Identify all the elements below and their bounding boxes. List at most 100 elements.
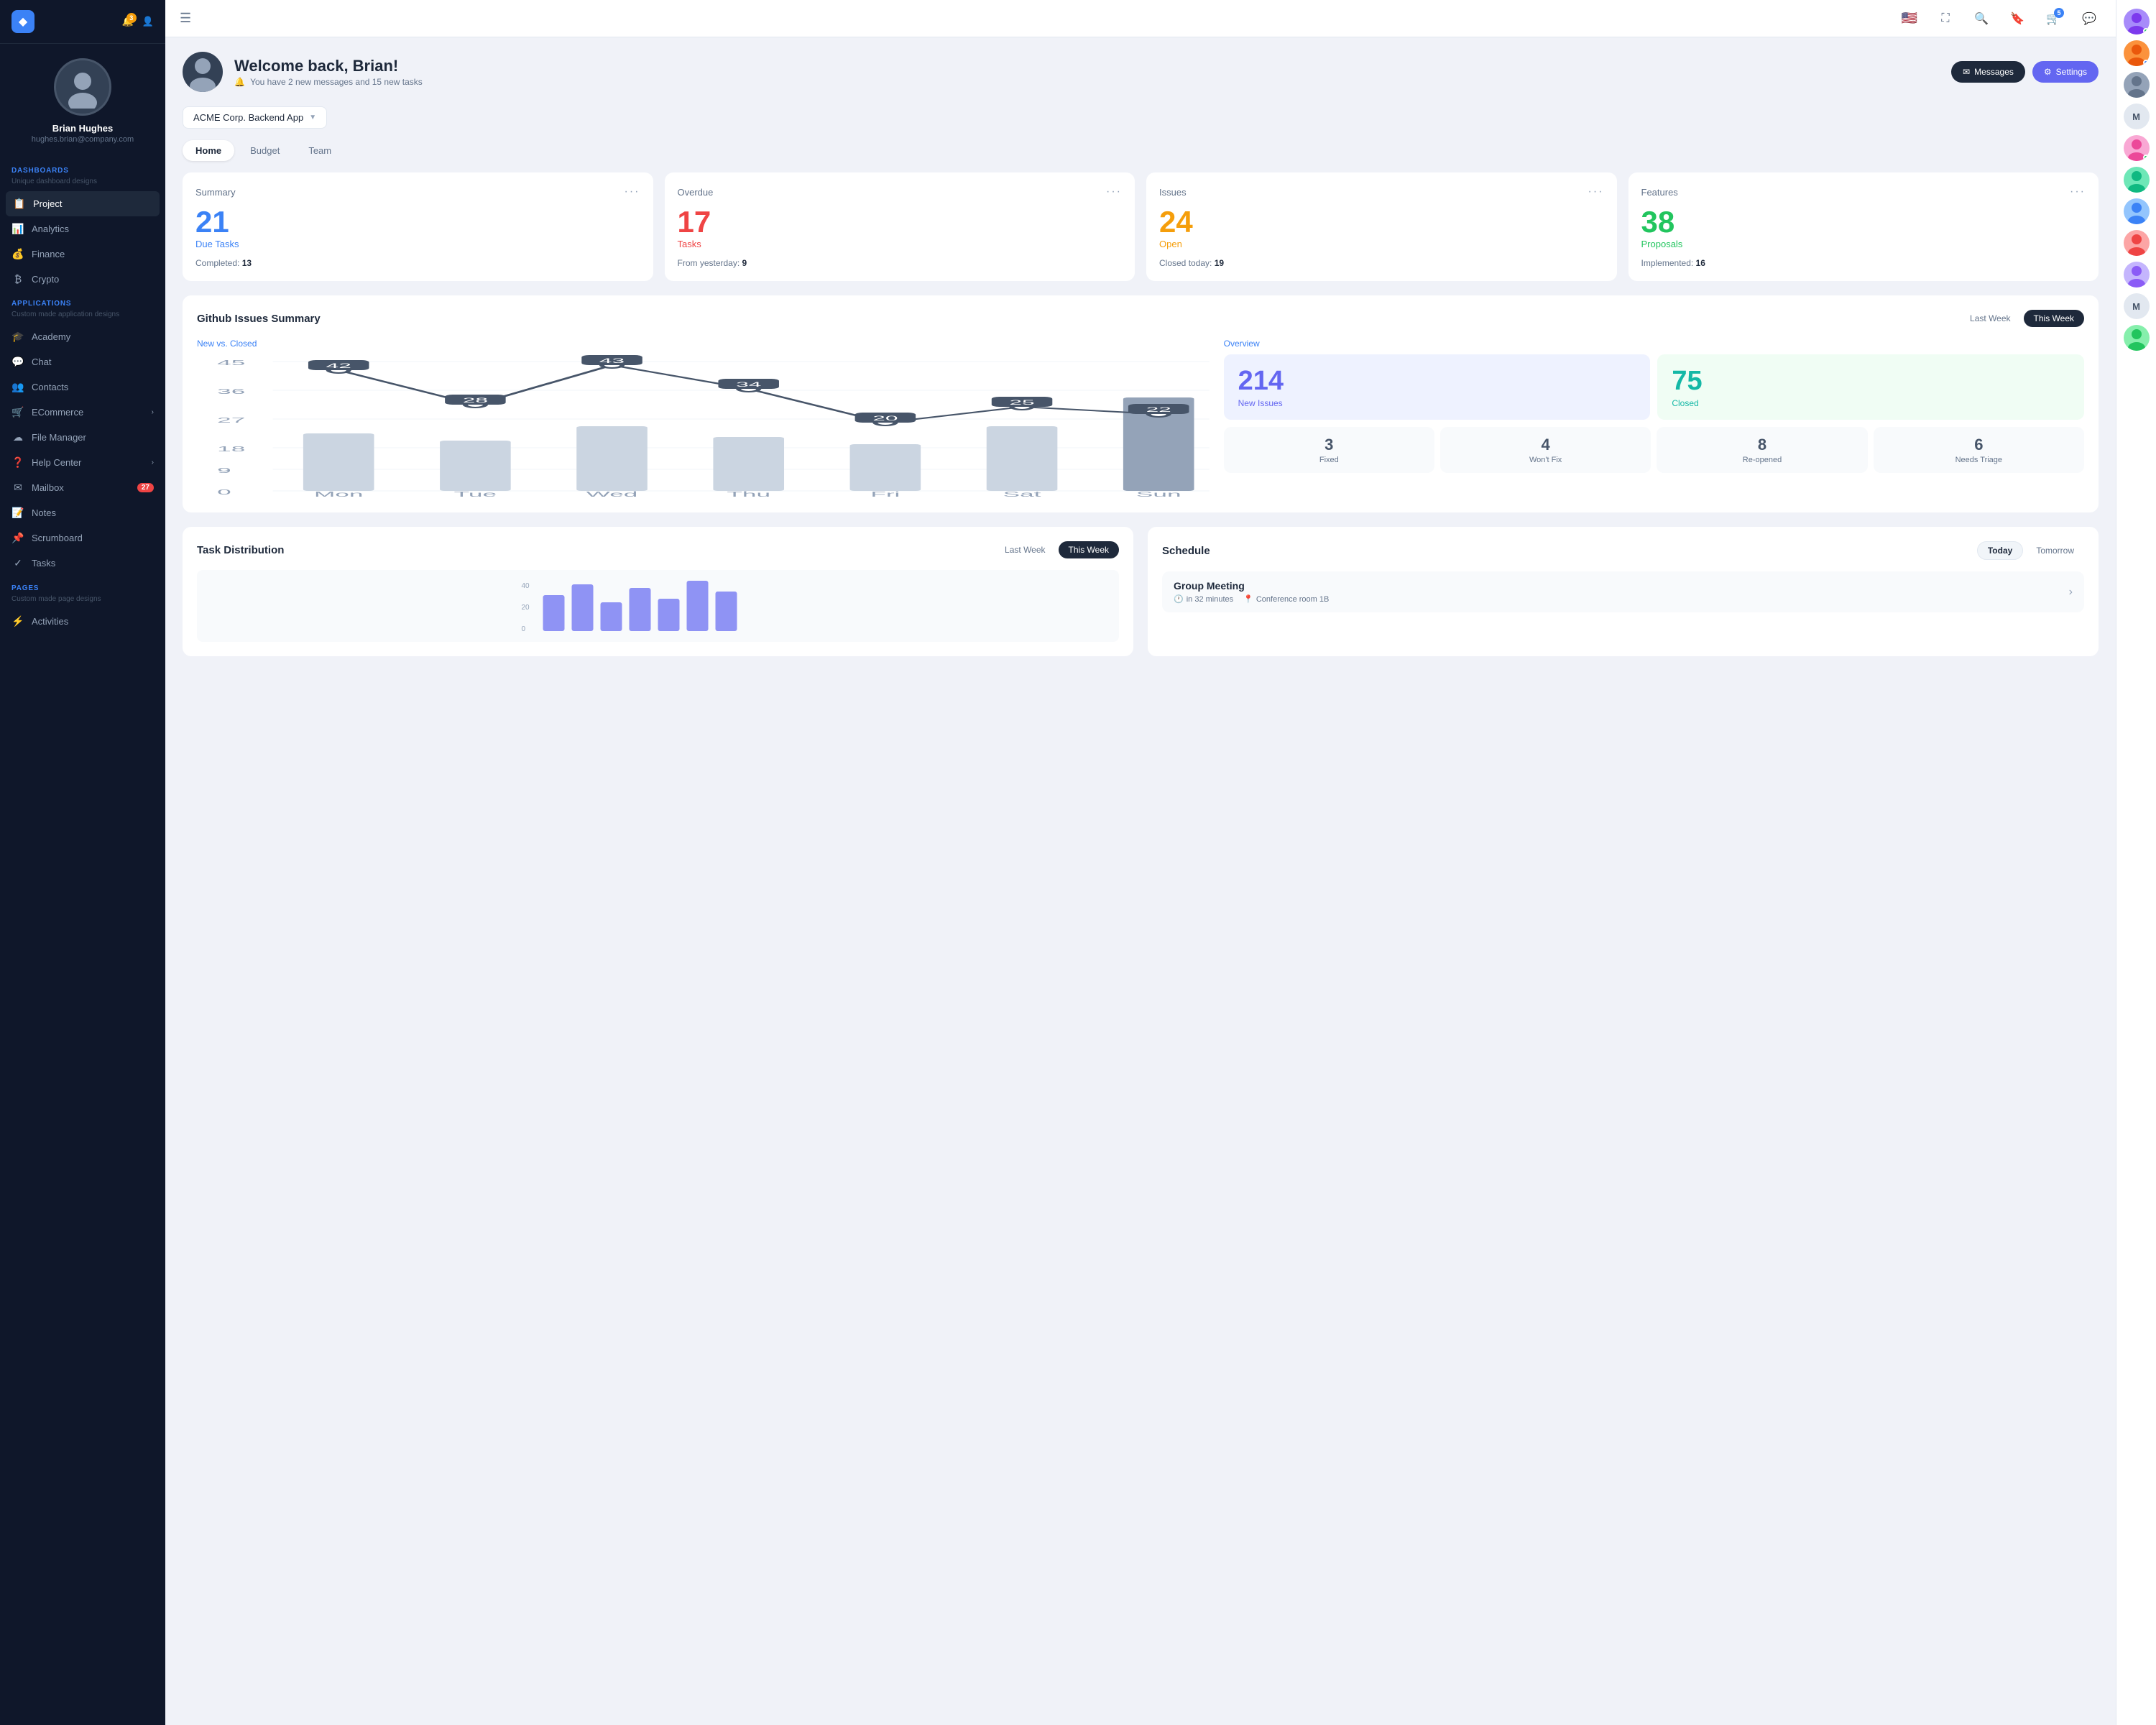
event-location: 📍 Conference room 1B <box>1243 594 1329 604</box>
right-avatar-5[interactable] <box>2124 135 2150 161</box>
right-avatar-11[interactable] <box>2124 325 2150 351</box>
right-avatar-8[interactable] <box>2124 230 2150 256</box>
topbar-chat-button[interactable]: 💬 <box>2077 6 2101 31</box>
overview-label: Overview <box>1224 339 2084 349</box>
sidebar-item-helpcenter[interactable]: ❓ Help Center › <box>0 450 165 475</box>
task-dist-this-week-btn[interactable]: This Week <box>1059 541 1119 558</box>
app-logo[interactable]: ◆ <box>11 10 34 33</box>
sidebar-item-filemanager-label: File Manager <box>32 432 86 443</box>
stat-card-overdue: Overdue ··· 17 Tasks From yesterday: 9 <box>665 172 1135 281</box>
stat-overdue-more[interactable]: ··· <box>1106 185 1122 198</box>
sidebar-item-finance[interactable]: 💰 Finance <box>0 242 165 267</box>
github-last-week-btn[interactable]: Last Week <box>1960 310 2020 327</box>
hamburger-button[interactable]: ☰ <box>180 11 191 26</box>
stat-features-more[interactable]: ··· <box>2070 185 2086 198</box>
sidebar-item-crypto[interactable]: ₿ Crypto <box>0 267 165 291</box>
sidebar-item-contacts[interactable]: 👥 Contacts <box>0 374 165 400</box>
sidebar-item-scrumboard[interactable]: 📌 Scrumboard <box>0 525 165 551</box>
stat-issues-more[interactable]: ··· <box>1588 185 1604 198</box>
sidebar-item-ecommerce[interactable]: 🛒 ECommerce › <box>0 400 165 425</box>
project-selector[interactable]: ACME Corp. Backend App ▼ <box>183 106 327 129</box>
stat-overdue-footer: From yesterday: 9 <box>678 258 1123 268</box>
project-icon: 📋 <box>13 198 26 210</box>
sidebar-item-finance-label: Finance <box>32 249 65 259</box>
github-this-week-btn[interactable]: This Week <box>2024 310 2084 327</box>
stat-card-features: Features ··· 38 Proposals Implemented: 1… <box>1628 172 2099 281</box>
bookmark-button[interactable]: 🔖 <box>2005 6 2030 31</box>
cart-badge: 5 <box>2054 8 2064 18</box>
welcome-subtitle: 🔔 You have 2 new messages and 15 new tas… <box>234 77 423 87</box>
right-avatar-7[interactable] <box>2124 198 2150 224</box>
contacts-icon: 👥 <box>11 381 24 393</box>
stat-issues-number: 24 <box>1159 207 1604 237</box>
user-circle-icon[interactable]: 👤 <box>142 16 154 27</box>
event-arrow-icon[interactable]: › <box>2069 586 2073 599</box>
settings-button[interactable]: ⚙ Settings <box>2032 61 2099 83</box>
schedule-tomorrow-btn[interactable]: Tomorrow <box>2026 541 2084 560</box>
stat-summary-label: Due Tasks <box>195 239 640 249</box>
overview-closed-number: 75 <box>1672 366 2070 397</box>
schedule-toggle: Today Tomorrow <box>1977 541 2084 560</box>
right-avatar-4[interactable]: M <box>2124 104 2150 129</box>
overview-new-issues-label: New Issues <box>1238 398 1636 408</box>
tab-team[interactable]: Team <box>295 140 344 161</box>
tab-home[interactable]: Home <box>183 140 234 161</box>
notes-icon: 📝 <box>11 507 24 519</box>
nav-dashboards-section: DASHBOARDS Unique dashboard designs 📋 Pr… <box>0 158 165 291</box>
overview-bottom-stats: 3 Fixed 4 Won't Fix 8 Re-opened 6 <box>1224 427 2084 473</box>
sidebar-item-academy[interactable]: 🎓 Academy <box>0 324 165 349</box>
ecommerce-arrow-icon: › <box>152 408 154 416</box>
right-avatar-9[interactable] <box>2124 262 2150 288</box>
sidebar-item-analytics[interactable]: 📊 Analytics <box>0 216 165 242</box>
mini-stat-fixed: 3 Fixed <box>1224 427 1434 473</box>
nav-section-dashboards-label: DASHBOARDS <box>0 158 165 178</box>
mini-stat-triage-number: 6 <box>1879 436 2078 454</box>
sidebar-user-name: Brian Hughes <box>0 123 165 134</box>
chat-icon: 💬 <box>11 356 24 368</box>
mini-stat-wontfix-label: Won't Fix <box>1446 456 1645 464</box>
chart-area: New vs. Closed 45 36 27 18 9 0 <box>197 339 1210 498</box>
notification-bell[interactable]: 🔔 3 <box>122 16 134 27</box>
stat-summary-more[interactable]: ··· <box>625 185 640 198</box>
sidebar-item-chat[interactable]: 💬 Chat <box>0 349 165 374</box>
messages-button[interactable]: ✉ Messages <box>1951 61 2025 83</box>
nav-applications-section: APPLICATIONS Custom made application des… <box>0 291 165 576</box>
github-issues-section: Github Issues Summary Last Week This Wee… <box>183 295 2099 512</box>
svg-text:36: 36 <box>217 388 245 396</box>
tab-budget[interactable]: Budget <box>237 140 292 161</box>
right-avatar-6[interactable] <box>2124 167 2150 193</box>
svg-text:Mon: Mon <box>314 491 363 498</box>
svg-text:9: 9 <box>217 467 231 475</box>
sidebar-item-activities[interactable]: ⚡ Activities <box>0 609 165 634</box>
mini-stat-wontfix-number: 4 <box>1446 436 1645 454</box>
stat-card-summary: Summary ··· 21 Due Tasks Completed: 13 <box>183 172 653 281</box>
sidebar-item-tasks[interactable]: ✓ Tasks <box>0 551 165 576</box>
finance-icon: 💰 <box>11 248 24 260</box>
avatar-status-dot <box>2143 60 2149 65</box>
stat-features-footer: Implemented: 16 <box>1641 258 2086 268</box>
task-distribution-section: Task Distribution Last Week This Week 40… <box>183 527 1133 656</box>
fullscreen-button[interactable]: ⛶ <box>1933 6 1958 31</box>
stat-summary-number: 21 <box>195 207 640 237</box>
schedule-today-btn[interactable]: Today <box>1977 541 2023 560</box>
overview-area: Overview 214 New Issues 75 Closed <box>1224 339 2084 498</box>
right-avatar-3[interactable] <box>2124 72 2150 98</box>
sidebar-item-notes[interactable]: 📝 Notes <box>0 500 165 525</box>
welcome-greeting: Welcome back, Brian! <box>234 57 423 75</box>
right-avatar-1[interactable] <box>2124 9 2150 34</box>
stats-grid: Summary ··· 21 Due Tasks Completed: 13 O… <box>183 172 2099 281</box>
sidebar-item-scrumboard-label: Scrumboard <box>32 533 83 543</box>
svg-text:Wed: Wed <box>586 491 638 498</box>
avatar-status-dot <box>2143 155 2149 160</box>
sidebar-item-project[interactable]: 📋 Project <box>6 191 160 216</box>
right-avatar-2[interactable] <box>2124 40 2150 66</box>
sidebar-item-mailbox[interactable]: ✉ Mailbox 27 <box>0 475 165 500</box>
welcome-text-block: Welcome back, Brian! 🔔 You have 2 new me… <box>234 57 423 87</box>
dropdown-arrow-icon: ▼ <box>309 114 316 121</box>
flag-icon[interactable]: 🇺🇸 <box>1897 6 1922 31</box>
cart-button[interactable]: 🛒 5 <box>2041 6 2065 31</box>
right-avatar-10[interactable]: M <box>2124 293 2150 319</box>
task-dist-last-week-btn[interactable]: Last Week <box>995 541 1055 558</box>
sidebar-item-filemanager[interactable]: ☁ File Manager <box>0 425 165 450</box>
search-button[interactable]: 🔍 <box>1969 6 1994 31</box>
